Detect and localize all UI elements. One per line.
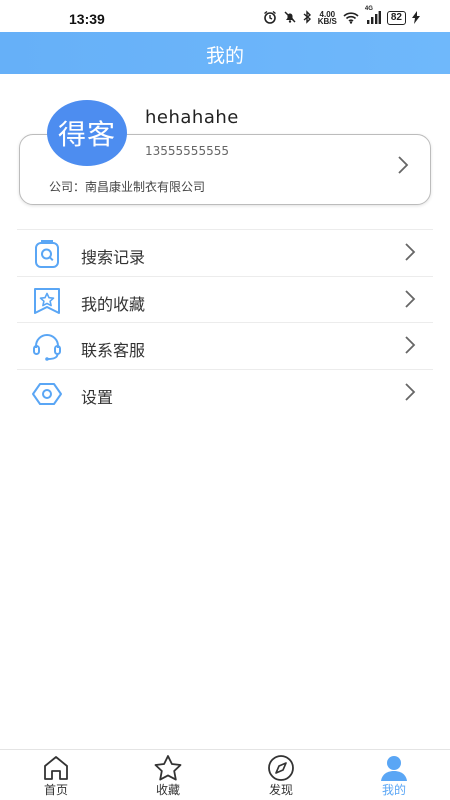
charging-icon <box>412 9 420 28</box>
username: hehahahe <box>145 107 239 128</box>
menu-item-favorites[interactable]: 我的收藏 <box>17 275 433 323</box>
page-title: 我的 <box>205 45 244 67</box>
bluetooth-icon <box>303 9 312 28</box>
chevron-right-icon <box>403 381 417 407</box>
status-icons: 4.00 KB/S 4G 82 <box>263 6 420 28</box>
nav-label: 发现 <box>268 783 293 797</box>
menu-item-customer-service[interactable]: 联系客服 <box>17 322 433 369</box>
nav-item-favorites[interactable]: 收藏 <box>112 750 224 800</box>
avatar[interactable]: 得客 <box>47 100 127 166</box>
battery-indicator: 82 <box>386 11 406 25</box>
wifi-icon <box>343 9 359 28</box>
company-name: 公司：南昌康业制衣有限公司 <box>49 180 206 194</box>
nav-item-home[interactable]: 首页 <box>0 750 112 800</box>
nav-label: 我的 <box>381 783 406 797</box>
menu-item-label: 设置 <box>81 387 114 407</box>
menu-list: 搜索记录 我的收藏 联系客服 设置 <box>17 229 433 415</box>
star-icon <box>153 754 183 782</box>
menu-item-search-history[interactable]: 搜索记录 <box>17 229 433 276</box>
home-icon <box>41 754 71 782</box>
search-history-icon <box>31 239 63 269</box>
phone-number: 13555555555 <box>145 144 229 158</box>
status-time: 13:39 <box>69 11 105 27</box>
nav-label: 首页 <box>43 783 68 797</box>
menu-item-label: 搜索记录 <box>81 248 146 267</box>
alarm-icon <box>263 9 277 28</box>
cell-signal-icon: 4G <box>365 6 381 28</box>
headset-icon <box>31 332 63 362</box>
network-speed: 4.00 KB/S <box>317 10 337 26</box>
menu-item-label: 我的收藏 <box>81 294 146 314</box>
chevron-right-icon <box>403 288 417 314</box>
settings-hexagon-icon <box>31 379 63 409</box>
chevron-right-icon <box>403 241 417 267</box>
person-icon <box>379 754 409 782</box>
chevron-right-icon <box>403 334 417 360</box>
menu-item-label: 联系客服 <box>81 341 146 360</box>
star-bookmark-icon <box>31 286 63 316</box>
nav-item-mine[interactable]: 我的 <box>338 750 450 800</box>
nav-label: 收藏 <box>155 783 180 797</box>
menu-item-settings[interactable]: 设置 <box>17 368 433 416</box>
status-bar: 13:39 4.00 KB/S 4G 82 <box>0 0 450 32</box>
chevron-right-icon[interactable] <box>396 154 410 180</box>
avatar-logo-text: 得客 <box>57 118 116 151</box>
nav-item-discover[interactable]: 发现 <box>225 750 337 800</box>
mute-icon <box>283 9 297 28</box>
bottom-nav: 首页 收藏 发现 我的 <box>0 749 450 800</box>
page-header: 我的 <box>0 32 450 74</box>
compass-icon <box>266 754 296 782</box>
